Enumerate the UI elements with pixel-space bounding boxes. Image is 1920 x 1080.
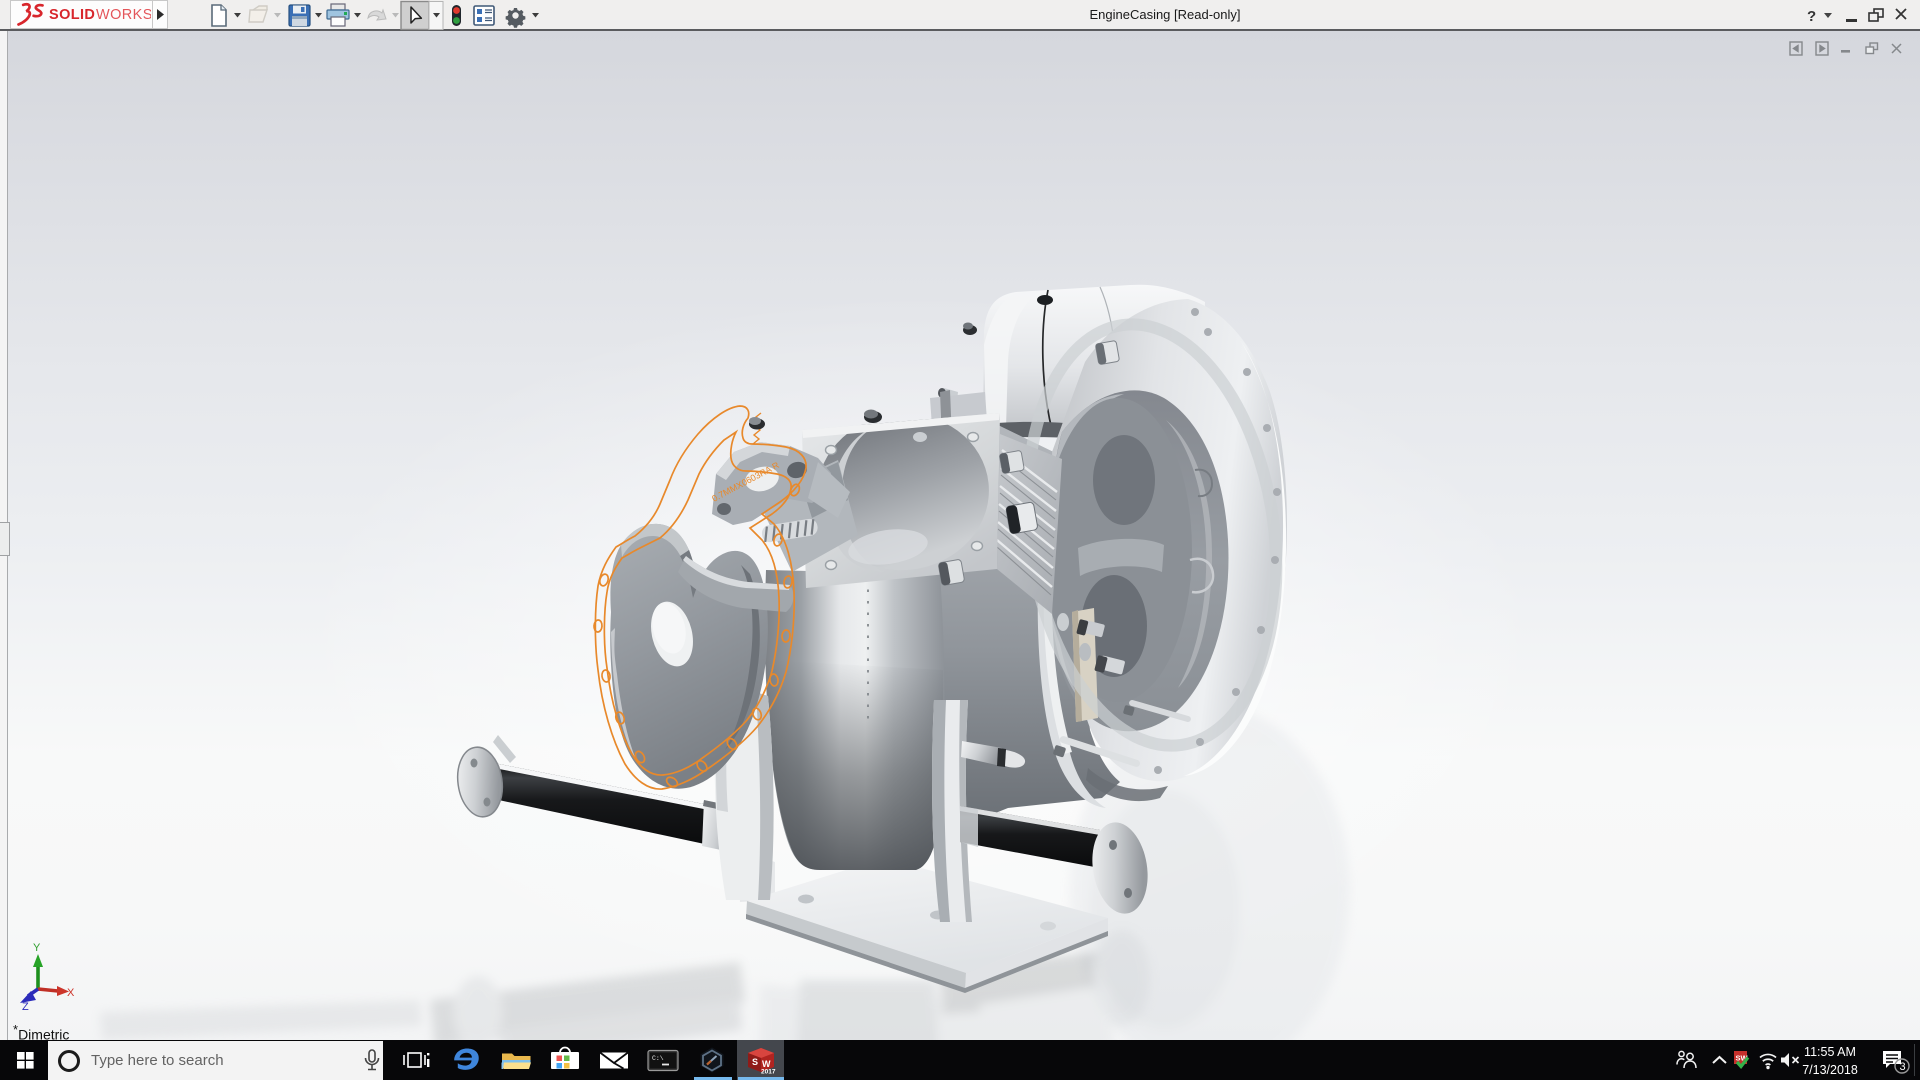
svg-text:C:\: C:\ — [652, 1055, 664, 1062]
svg-text:2017: 2017 — [761, 1069, 776, 1076]
svg-text:S: S — [752, 1057, 758, 1067]
svg-text:3: 3 — [1900, 1061, 1906, 1073]
svg-text:SOLID: SOLID — [49, 7, 95, 23]
svg-text:Y: Y — [33, 942, 41, 954]
svg-text:W: W — [762, 1059, 771, 1069]
svg-text:Z: Z — [22, 1001, 29, 1013]
svg-text:X: X — [67, 987, 75, 999]
svg-text:?: ? — [1807, 8, 1816, 25]
svg-text:WORKS: WORKS — [96, 7, 151, 23]
